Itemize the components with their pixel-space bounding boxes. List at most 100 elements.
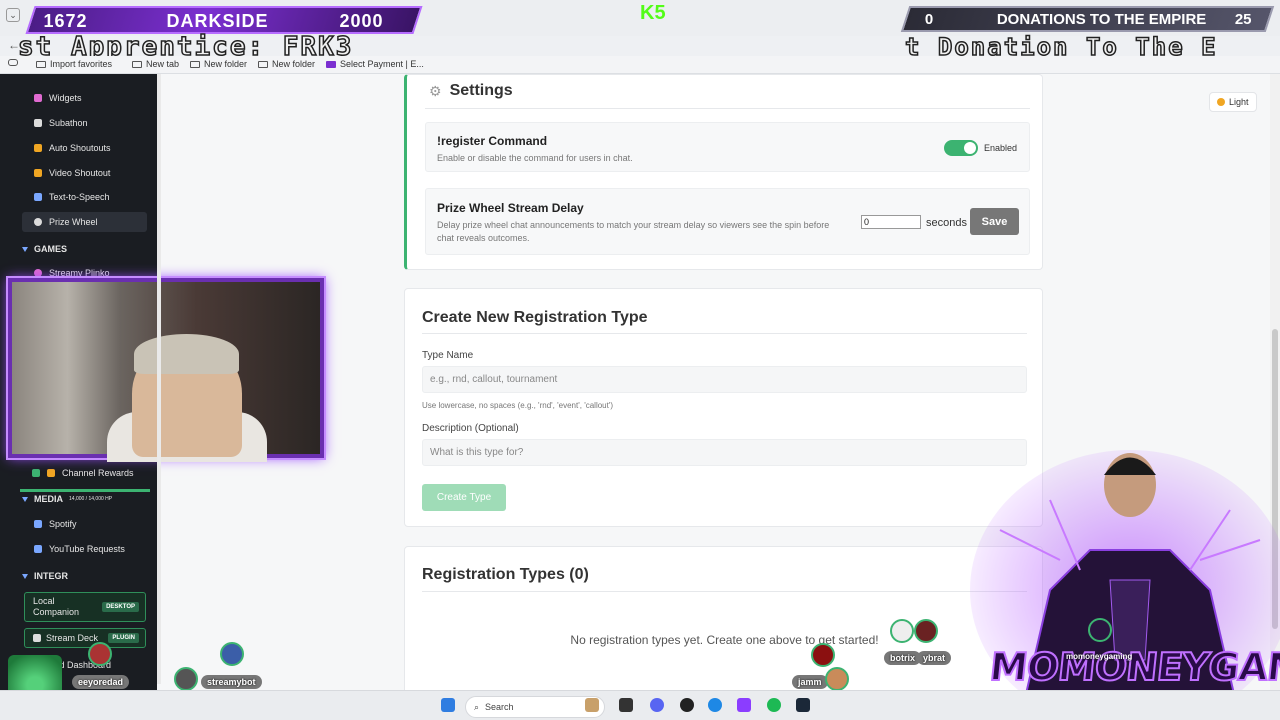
chat-avatar bbox=[890, 619, 914, 643]
chat-avatar bbox=[174, 667, 198, 691]
follower-goal-overlay: 1672 DARKSIDE 2000 bbox=[25, 6, 423, 34]
wheel-icon bbox=[34, 218, 42, 226]
donation-count: 0 bbox=[924, 11, 934, 28]
sidebar-item-subathon[interactable]: Subathon bbox=[22, 113, 147, 133]
folder-icon bbox=[36, 60, 46, 68]
gift-icon bbox=[47, 469, 55, 477]
plugin-tag: PLUGIN bbox=[108, 633, 139, 643]
bookmark-new-tab[interactable]: New tab bbox=[132, 59, 179, 69]
youtube-icon bbox=[34, 545, 42, 553]
register-desc: Enable or disable the command for users … bbox=[437, 153, 633, 163]
goal-name: DARKSIDE bbox=[166, 11, 269, 31]
chat-username: botrix bbox=[884, 651, 922, 665]
steam-icon[interactable] bbox=[796, 698, 810, 712]
chat-username: eeyoredad bbox=[72, 675, 130, 689]
theme-toggle[interactable]: Light bbox=[1209, 92, 1257, 112]
type-name-hint: Use lowercase, no spaces (e.g., 'rnd', '… bbox=[422, 401, 614, 410]
chat-avatar bbox=[1088, 618, 1112, 642]
register-toggle[interactable] bbox=[944, 140, 978, 156]
hp-text: 14,000 / 14,000 HP bbox=[69, 496, 113, 502]
tab-dropdown-icon[interactable]: ⌄ bbox=[6, 8, 20, 22]
sidebar-item-channel-rewards[interactable]: Channel Rewards bbox=[30, 463, 155, 483]
webcam-overlay bbox=[8, 278, 324, 462]
sidebar-item-text-to-speech[interactable]: Text-to-Speech bbox=[22, 187, 147, 207]
sidebar-item-widgets[interactable]: Widgets bbox=[22, 88, 147, 108]
follower-count: 1672 bbox=[43, 11, 88, 31]
bookmark-import-favorites[interactable]: Import favorites bbox=[36, 59, 112, 69]
create-registration-card: Create New Registration Type Type Name e… bbox=[404, 288, 1043, 527]
donation-title: DONATIONS TO THE EMPIRE bbox=[996, 11, 1207, 28]
description-input[interactable]: What is this type for? bbox=[422, 439, 1027, 466]
sidebar-item-spotify[interactable]: Spotify bbox=[22, 514, 147, 534]
settings-title: Settings bbox=[449, 82, 513, 99]
sidebar-section-integrations[interactable]: INTEGR bbox=[22, 571, 68, 581]
sidebar-section-games[interactable]: GAMES bbox=[22, 244, 67, 254]
gear-icon: ⚙ bbox=[429, 82, 442, 99]
seconds-label: seconds bbox=[926, 217, 967, 229]
chat-avatar bbox=[825, 667, 849, 691]
chat-avatar bbox=[914, 619, 938, 643]
taskbar: ⌕ Search bbox=[0, 690, 1280, 720]
speaker-icon bbox=[34, 193, 42, 201]
stream-deck-button[interactable]: Stream Deck PLUGIN bbox=[24, 628, 146, 648]
chat-avatar bbox=[220, 642, 244, 666]
taskbar-search[interactable]: ⌕ Search bbox=[465, 696, 605, 718]
megaphone-icon bbox=[34, 144, 42, 152]
folder-icon bbox=[258, 60, 268, 68]
bookmark-select-payment[interactable]: Select Payment | E... bbox=[326, 59, 424, 69]
donation-goal-overlay: 0 DONATIONS TO THE EMPIRE 25 bbox=[900, 6, 1275, 32]
sidebar-item-auto-shoutouts[interactable]: Auto Shoutouts bbox=[22, 138, 147, 158]
prize-wheel-delay-row: Prize Wheel Stream Delay Delay prize whe… bbox=[425, 188, 1030, 255]
page-icon bbox=[132, 60, 142, 68]
sidebar-scrollbar[interactable] bbox=[157, 74, 161, 684]
bookmark-new-folder-1[interactable]: New folder bbox=[190, 59, 247, 69]
hp-bar bbox=[20, 489, 150, 492]
sidebar-section-media[interactable]: MEDIA 14,000 / 14,000 HP bbox=[22, 494, 112, 504]
obs-icon[interactable] bbox=[680, 698, 694, 712]
register-label: !register Command bbox=[437, 134, 548, 148]
spotify-icon[interactable] bbox=[767, 698, 781, 712]
sidebar-item-youtube-requests[interactable]: YouTube Requests bbox=[22, 539, 147, 559]
delay-input[interactable]: 0 bbox=[861, 215, 921, 229]
empty-state: No registration types yet. Create one ab… bbox=[570, 633, 879, 647]
bookmarks-bar: Import favorites New tab New folder New … bbox=[0, 56, 1280, 74]
stream-deck-icon bbox=[33, 634, 41, 642]
video-icon bbox=[34, 169, 42, 177]
donation-goal: 25 bbox=[1234, 11, 1252, 28]
create-title: Create New Registration Type bbox=[422, 309, 648, 326]
goal-target: 2000 bbox=[339, 11, 384, 31]
file-explorer-icon[interactable] bbox=[619, 698, 633, 712]
registrations-title: Registration Types (0) bbox=[422, 566, 589, 583]
edge-icon[interactable] bbox=[708, 698, 722, 712]
description-label: Description (Optional) bbox=[422, 423, 519, 434]
type-name-label: Type Name bbox=[422, 350, 474, 361]
local-companion-button[interactable]: Local Companion DESKTOP bbox=[24, 592, 146, 622]
chat-avatar bbox=[811, 643, 835, 667]
bookmark-new-folder-2[interactable]: New folder bbox=[258, 59, 315, 69]
delay-label: Prize Wheel Stream Delay bbox=[437, 201, 584, 215]
widget-icon[interactable] bbox=[585, 698, 599, 712]
chat-username: ybrat bbox=[917, 651, 952, 665]
delay-desc: Delay prize wheel chat announcements to … bbox=[437, 220, 830, 243]
create-type-button[interactable]: Create Type bbox=[422, 484, 506, 511]
settings-card: ⚙ Settings !register Command Enable or d… bbox=[404, 74, 1043, 270]
chat-username: momoneygaming bbox=[1066, 652, 1133, 661]
sidebar-item-prize-wheel[interactable]: Prize Wheel bbox=[22, 212, 147, 232]
register-command-row: !register Command Enable or disable the … bbox=[425, 122, 1030, 172]
app-icon[interactable] bbox=[737, 698, 751, 712]
toggle-label: Enabled bbox=[984, 143, 1018, 153]
save-button[interactable]: Save bbox=[970, 208, 1019, 235]
windows-start-icon[interactable] bbox=[441, 698, 455, 712]
folder-icon bbox=[190, 60, 200, 68]
collapse-icon bbox=[22, 246, 28, 252]
discord-icon[interactable] bbox=[650, 698, 664, 712]
search-icon: ⌕ bbox=[474, 701, 480, 712]
sidebar-item-video-shoutout[interactable]: Video Shoutout bbox=[22, 163, 147, 183]
desktop-tag: DESKTOP bbox=[102, 602, 139, 612]
chat-username: jamm bbox=[792, 675, 828, 689]
type-name-input[interactable]: e.g., rnd, callout, tournament bbox=[422, 366, 1027, 393]
reading-list-icon[interactable] bbox=[8, 59, 18, 66]
kick-badge: K5 bbox=[640, 2, 666, 24]
sun-icon bbox=[1217, 98, 1225, 106]
music-icon bbox=[34, 520, 42, 528]
